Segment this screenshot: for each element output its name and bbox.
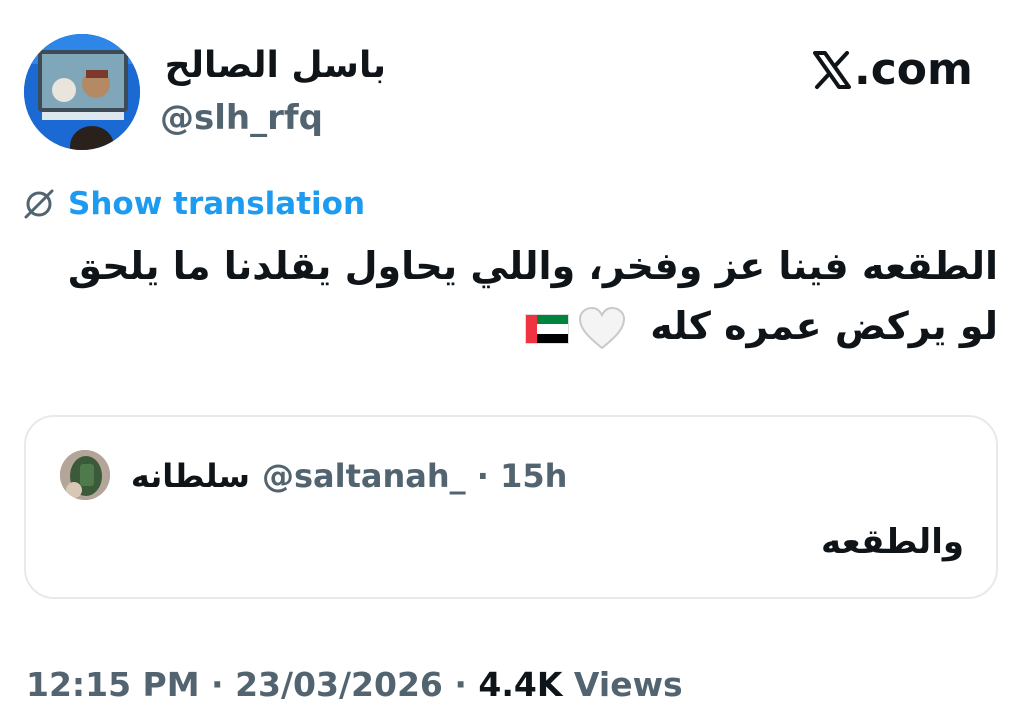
footer-separator-2: · <box>442 665 479 704</box>
post-time[interactable]: 12:15 PM <box>26 665 200 704</box>
x-com-label: .com <box>854 44 973 95</box>
tweet-text: الطقعه فينا عز وفخر، واللي يحاول يقلدنا … <box>18 236 998 356</box>
x-com-brand: .com <box>812 42 973 98</box>
views-count: 4.4K <box>478 665 563 704</box>
white-heart-icon <box>578 306 625 349</box>
quoted-author-name[interactable]: سلطانه <box>120 454 250 498</box>
author-avatar[interactable] <box>24 34 140 150</box>
post-date[interactable]: 23/03/2026 <box>235 665 443 704</box>
quoted-timestamp[interactable]: 15h <box>500 457 567 495</box>
views-label: Views <box>573 665 683 704</box>
quoted-separator: · <box>465 457 501 495</box>
quoted-author-handle[interactable]: @saltanah_ <box>262 457 466 495</box>
quoted-tweet-text: والطقعه <box>821 522 964 562</box>
uae-flag-icon <box>524 313 569 344</box>
quoted-meta: @saltanah_ · 15h <box>262 454 567 498</box>
tweet-line-2-row: لو يركض عمره كله <box>18 296 998 356</box>
footer-separator-1: · <box>199 665 236 704</box>
author-handle[interactable]: @slh_rfq <box>160 96 323 140</box>
quoted-tweet-card[interactable] <box>24 415 998 599</box>
globe-slash-icon <box>24 189 54 219</box>
tweet-emojis <box>524 306 627 352</box>
tweet-line-1: الطقعه فينا عز وفخر، واللي يحاول يقلدنا … <box>68 244 998 288</box>
x-logo-icon <box>813 51 851 89</box>
author-display-name[interactable]: باسل الصالح <box>160 42 386 90</box>
tweet-line-2: لو يركض عمره كله <box>650 304 998 348</box>
show-translation-button[interactable]: Show translation <box>22 184 365 224</box>
quoted-author-avatar[interactable] <box>60 450 110 500</box>
show-translation-label[interactable]: Show translation <box>68 186 365 222</box>
tweet-footer: 12:15 PM · 23/03/2026 · 4.4K Views <box>26 662 683 708</box>
